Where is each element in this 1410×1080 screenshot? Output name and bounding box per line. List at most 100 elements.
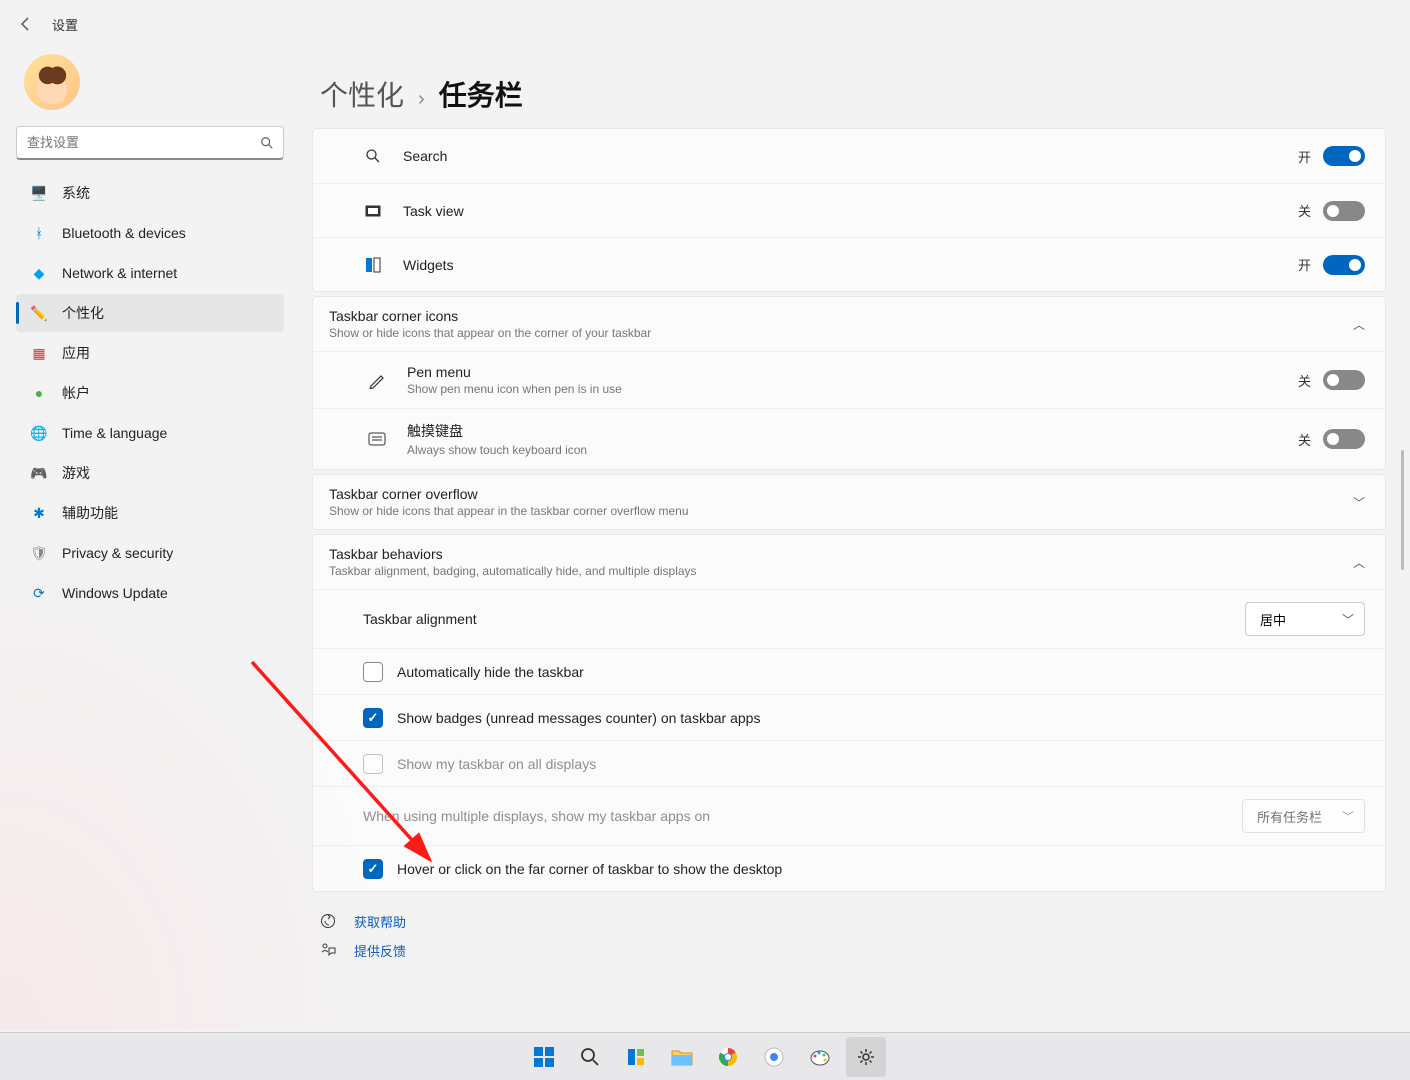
toggle-state: 开 (1298, 147, 1311, 166)
search-input[interactable] (16, 126, 284, 160)
search-box[interactable] (16, 126, 284, 160)
setting-touch-label: 触摸键盘 (407, 421, 1298, 441)
nav-label: 辅助功能 (62, 503, 118, 523)
taskview-icon (363, 201, 383, 221)
toggle-state: 关 (1298, 371, 1311, 390)
keyboard-icon (367, 429, 387, 449)
scrollbar[interactable] (1396, 70, 1406, 1020)
alignment-select[interactable]: 居中 ﹀ (1245, 602, 1365, 636)
user-avatar[interactable] (24, 54, 80, 110)
start-button[interactable] (524, 1037, 564, 1077)
sidebar-item-8[interactable]: ✱ 辅助功能 (16, 494, 284, 532)
sidebar-item-10[interactable]: ⟳ Windows Update (16, 574, 284, 612)
chevron-up-icon: ︿ (1353, 554, 1365, 571)
nav-label: 游戏 (62, 463, 90, 483)
group-title: Taskbar corner overflow (329, 486, 1353, 502)
get-help-link[interactable]: 获取帮助 (320, 912, 1386, 931)
taskbar-widgets-icon[interactable] (616, 1037, 656, 1077)
checkbox-badges[interactable] (363, 708, 383, 728)
check-label: Automatically hide the taskbar (397, 664, 584, 680)
link-text: 获取帮助 (354, 912, 406, 931)
link-text: 提供反馈 (354, 941, 406, 960)
sidebar-item-7[interactable]: 🎮 游戏 (16, 454, 284, 492)
nav-icon: ● (30, 384, 48, 402)
nav-icon: ✱ (30, 504, 48, 522)
breadcrumb: 个性化 › 任务栏 (320, 74, 1386, 114)
nav-icon: ᚼ (30, 224, 48, 242)
pen-icon (367, 370, 387, 390)
multidisp-label: When using multiple displays, show my ta… (363, 808, 710, 824)
taskbar-explorer-icon[interactable] (662, 1037, 702, 1077)
app-title: 设置 (52, 15, 78, 34)
check-label: Hover or click on the far corner of task… (397, 861, 782, 877)
sidebar-item-2[interactable]: ◆ Network & internet (16, 254, 284, 292)
nav-label: Bluetooth & devices (62, 225, 186, 241)
alignment-label: Taskbar alignment (363, 611, 1245, 627)
alignment-value: 居中 (1260, 610, 1286, 629)
setting-pen-sub: Show pen menu icon when pen is in use (407, 382, 1298, 396)
taskbar-paint-icon[interactable] (800, 1037, 840, 1077)
nav-label: 应用 (62, 343, 90, 363)
help-icon (320, 913, 338, 931)
group-overflow[interactable]: Taskbar corner overflow Show or hide ico… (313, 475, 1385, 529)
nav-label: Network & internet (62, 265, 177, 281)
setting-touch-sub: Always show touch keyboard icon (407, 443, 1298, 457)
toggle-taskview[interactable] (1323, 201, 1365, 221)
setting-search-label: Search (403, 148, 1298, 164)
sidebar-item-6[interactable]: 🌐Time & language (16, 414, 284, 452)
toggle-widgets[interactable] (1323, 255, 1365, 275)
feedback-icon (320, 942, 338, 960)
sidebar-item-4[interactable]: ▦应用 (16, 334, 284, 372)
chevron-right-icon: › (418, 88, 425, 111)
toggle-touch[interactable] (1323, 429, 1365, 449)
multidisp-value: 所有任务栏 (1257, 807, 1322, 826)
toggle-state: 关 (1298, 430, 1311, 449)
nav-label: 个性化 (62, 303, 104, 323)
chevron-down-icon: ﹀ (1342, 808, 1354, 825)
sidebar-item-3[interactable]: ✏️ 个性化 (16, 294, 284, 332)
taskbar-chrome2-icon[interactable] (754, 1037, 794, 1077)
checkbox-autohide[interactable] (363, 662, 383, 682)
nav-label: Privacy & security (62, 545, 173, 561)
search-icon (260, 136, 274, 150)
checkbox-all-displays (363, 754, 383, 774)
nav-icon: 🛡 (30, 544, 48, 562)
group-subtitle: Show or hide icons that appear on the co… (329, 326, 1353, 340)
breadcrumb-parent[interactable]: 个性化 (320, 74, 404, 114)
checkbox-hover-corner[interactable] (363, 859, 383, 879)
chevron-down-icon: ﹀ (1353, 494, 1365, 511)
sidebar-item-5[interactable]: ● 帐户 (16, 374, 284, 412)
check-label: Show badges (unread messages counter) on… (397, 710, 760, 726)
chevron-up-icon: ︿ (1353, 316, 1365, 333)
taskbar-search-icon[interactable] (570, 1037, 610, 1077)
nav-icon: ✏️ (30, 304, 48, 322)
group-corner-icons[interactable]: Taskbar corner icons Show or hide icons … (313, 297, 1385, 351)
nav-icon: ◆ (30, 264, 48, 282)
toggle-state: 开 (1298, 255, 1311, 274)
toggle-search[interactable] (1323, 146, 1365, 166)
group-behaviors[interactable]: Taskbar behaviors Taskbar alignment, bad… (313, 535, 1385, 589)
breadcrumb-current: 任务栏 (439, 74, 523, 114)
check-label: Show my taskbar on all displays (397, 756, 596, 772)
group-subtitle: Show or hide icons that appear in the ta… (329, 504, 1353, 518)
back-button[interactable] (16, 14, 36, 34)
setting-taskview-label: Task view (403, 203, 1298, 219)
taskbar-chrome-icon[interactable] (708, 1037, 748, 1077)
toggle-pen[interactable] (1323, 370, 1365, 390)
sidebar-item-1[interactable]: ᚼ Bluetooth & devices (16, 214, 284, 252)
multidisp-select: 所有任务栏 ﹀ (1242, 799, 1365, 833)
taskbar-settings-icon[interactable] (846, 1037, 886, 1077)
nav-icon: 🎮 (30, 464, 48, 482)
nav-label: 帐户 (62, 383, 90, 403)
windows-taskbar[interactable] (0, 1032, 1410, 1080)
nav-label: Windows Update (62, 585, 168, 601)
toggle-state: 关 (1298, 201, 1311, 220)
feedback-link[interactable]: 提供反馈 (320, 941, 1386, 960)
nav-icon: ⟳ (30, 584, 48, 602)
nav-label: 系统 (62, 183, 90, 203)
sidebar-item-9[interactable]: 🛡 Privacy & security (16, 534, 284, 572)
sidebar-item-0[interactable]: 🖥️系统 (16, 174, 284, 212)
group-subtitle: Taskbar alignment, badging, automaticall… (329, 564, 1353, 578)
widgets-icon (363, 255, 383, 275)
nav-label: Time & language (62, 425, 167, 441)
